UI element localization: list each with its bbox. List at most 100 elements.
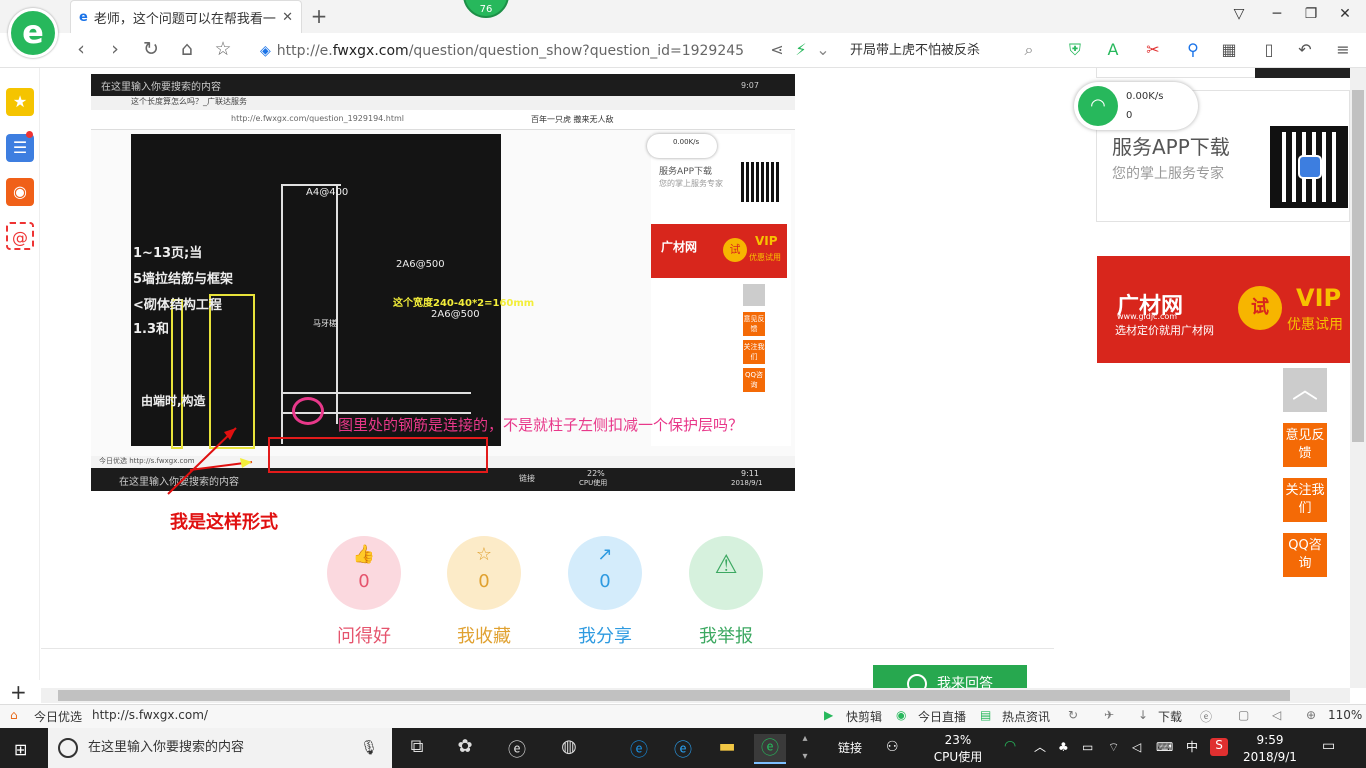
battery-icon[interactable]: ▭ (1082, 740, 1093, 754)
status-left-label[interactable]: 今日优选 (34, 708, 82, 725)
refresh-icon[interactable]: ↻ (1068, 708, 1078, 722)
search-icon[interactable]: ⌕ (1018, 40, 1040, 60)
vote-good-label[interactable]: 问得好 (314, 622, 414, 648)
embedded-tab: 这个长度算怎么吗？_广联达服务 (91, 96, 795, 110)
horizontal-scroll-thumb[interactable] (58, 690, 1290, 701)
add-sidebar-button[interactable]: + (10, 680, 27, 704)
grid-icon[interactable]: ▦ (1218, 40, 1240, 59)
tab-close-icon[interactable]: ✕ (282, 10, 293, 25)
clock-date[interactable]: 2018/9/1 (1242, 750, 1298, 764)
network-icon[interactable]: ⌔ (1108, 740, 1119, 754)
clock-time[interactable]: 9:59 (1242, 733, 1298, 747)
status-item[interactable]: 今日直播 (918, 708, 966, 725)
status-download[interactable]: 下载 (1158, 708, 1182, 725)
lightning-icon[interactable]: ⚡ (790, 40, 812, 59)
taskbar-search-input[interactable]: 在这里输入你要搜索的内容 🎙 (48, 728, 392, 768)
qq-consult-button[interactable]: QQ咨询 (1283, 533, 1327, 577)
edge-icon[interactable]: ⓔ (1200, 708, 1212, 725)
status-item[interactable]: 快剪辑 (846, 708, 882, 725)
address-bar[interactable]: ◈ http://e. fwxgx.com/question/question_s… (260, 37, 840, 64)
forward-button[interactable]: › (102, 38, 128, 60)
chevron-down-icon[interactable]: ⌄ (812, 40, 834, 59)
window-icon[interactable]: ▢ (1238, 708, 1249, 722)
embedded-browser: 这个长度算怎么吗？_广联达服务 http://e.fwxgx.com/quest… (91, 96, 795, 468)
taskbar-search-placeholder: 在这里输入你要搜索的内容 (88, 740, 245, 755)
translate-icon[interactable]: A (1102, 40, 1124, 59)
wifi-tray-icon[interactable]: ◠ (1004, 739, 1016, 753)
sogou-icon[interactable]: S (1210, 738, 1228, 756)
weibo-icon[interactable]: ◉ (6, 178, 34, 206)
skin-icon[interactable]: ▽ (1224, 6, 1254, 22)
taskbar-link[interactable]: 链接 (838, 741, 862, 755)
ie-browser-icon[interactable]: ⓔ (504, 736, 530, 761)
scissors-icon[interactable]: ✂ (1142, 40, 1164, 59)
vote-share-label[interactable]: 我分享 (555, 622, 655, 648)
notification-tray-icon[interactable]: ♣ (1058, 740, 1069, 754)
minimize-button[interactable]: ─ (1262, 6, 1292, 22)
shield-icon[interactable]: ⛨ (1064, 40, 1086, 60)
bookmark-star-icon[interactable]: ☆ (210, 38, 236, 60)
new-tab-button[interactable]: + (308, 4, 330, 28)
magnifier-icon[interactable]: ⚲ (1182, 40, 1204, 59)
reading-list-icon[interactable]: ☰ (6, 134, 34, 162)
network-speed-widget[interactable]: ◠ 0.00K/s 0 (1074, 82, 1198, 130)
task-view-icon[interactable]: ⧉ (404, 736, 430, 760)
vertical-scroll-thumb[interactable] (1352, 90, 1364, 442)
taskbar-scroll-icon[interactable]: ▴ ▾ (796, 730, 814, 766)
pin-icon[interactable]: ✈ (1104, 708, 1114, 722)
back-button[interactable]: ‹ (68, 38, 94, 60)
share-icon[interactable]: ⋖ (766, 40, 788, 59)
browser-logo-icon[interactable]: e (8, 8, 58, 58)
mail-icon[interactable]: @ (6, 222, 34, 250)
undo-icon[interactable]: ↶ (1294, 40, 1316, 59)
status-item[interactable]: 热点资讯 (1002, 708, 1050, 725)
phone-icon[interactable]: ▯ (1258, 40, 1280, 59)
vote-collect-button[interactable]: ☆ 0 (447, 536, 521, 610)
favorites-star-icon[interactable]: ★ (6, 88, 34, 116)
vote-report-button[interactable]: ⚠ (689, 536, 763, 610)
warning-icon: ⚠ (714, 550, 738, 580)
notification-dot (26, 131, 33, 138)
vote-share-button[interactable]: ↗ 0 (568, 536, 642, 610)
embedded-bottom-time: 9:11 (741, 469, 759, 478)
speaker-icon[interactable]: ◁ (1132, 740, 1141, 754)
cad-width-note: 这个宽度240-40*2=160mm (393, 298, 535, 309)
keyboard-icon[interactable]: ⌨ (1156, 740, 1173, 754)
internet-explorer-icon[interactable]: ⓔ (670, 736, 696, 761)
file-explorer-icon[interactable]: ▬ (714, 736, 740, 760)
action-center-icon[interactable]: ▭ (1322, 739, 1335, 753)
embedded-bottom-date: 2018/9/1 (731, 479, 763, 487)
answer-button[interactable]: 我来回答 (873, 665, 1027, 689)
reload-button[interactable]: ↻ (138, 38, 164, 60)
browser-taskbar-icon[interactable]: ⓔ (754, 734, 786, 764)
zoom-level[interactable]: 110% (1328, 708, 1362, 722)
red-box-annotation (268, 437, 488, 473)
restore-button[interactable]: ❐ (1296, 6, 1326, 22)
embedded-search-text: 在这里输入你要搜索的内容 (101, 81, 221, 93)
pinwheel-app-icon[interactable]: ✿ (452, 736, 478, 760)
people-icon[interactable]: ⚇ (886, 740, 899, 754)
vote-collect-label[interactable]: 我收藏 (434, 622, 534, 648)
cortana-icon (58, 738, 78, 758)
back-to-top-button[interactable]: ︿ (1283, 368, 1327, 412)
embedded-bottom-cpu-label: CPU使用 (579, 479, 608, 487)
tab-active[interactable]: e 老师，这个问题可以在帮我看一下 ✕ (70, 0, 302, 33)
microphone-icon[interactable]: 🎙 (360, 728, 378, 768)
edge-app-icon[interactable]: ⓔ (626, 736, 652, 761)
feedback-button[interactable]: 意见反馈 (1283, 423, 1327, 467)
chrome-app-icon[interactable]: ◍ (556, 736, 582, 760)
follow-us-button[interactable]: 关注我们 (1283, 478, 1327, 522)
close-window-button[interactable]: ✕ (1330, 6, 1360, 22)
menu-icon[interactable]: ≡ (1332, 40, 1354, 59)
home-button[interactable]: ⌂ (174, 38, 200, 60)
vote-good-button[interactable]: 👍 0 (327, 536, 401, 610)
vote-report-label[interactable]: 我举报 (676, 622, 776, 648)
zoom-icon[interactable]: ⊕ (1306, 708, 1316, 722)
ime-indicator[interactable]: 中 (1186, 740, 1198, 754)
vip-banner[interactable]: 广材网 www.gldjc.com 选材定价就用广材网 试 VIP 优惠试用 (1097, 256, 1350, 363)
volume-icon[interactable]: ◁ (1272, 708, 1281, 722)
tray-expand-icon[interactable]: ︿ (1034, 740, 1046, 754)
windows-start-icon[interactable]: ⊞ (14, 740, 27, 759)
search-input[interactable]: 开局带上虎不怕被反杀 (850, 37, 1040, 64)
embedded-try-badge: 试 (723, 238, 747, 262)
